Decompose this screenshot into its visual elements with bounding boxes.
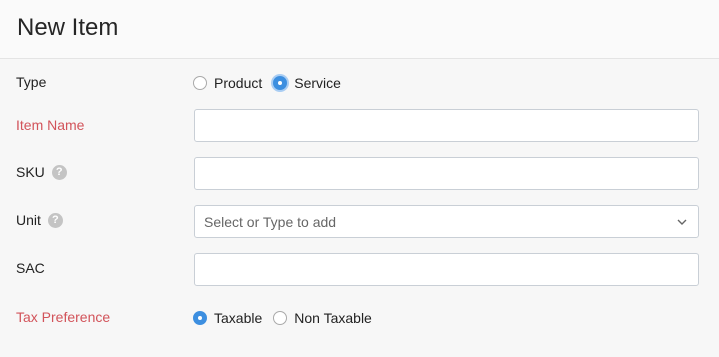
type-option-service-label: Service [294, 75, 341, 91]
sac-label: SAC [16, 260, 45, 276]
item-name-label-text: Item Name [16, 117, 85, 133]
radio-product[interactable] [193, 76, 207, 90]
type-label: Type [16, 74, 46, 90]
radio-service[interactable] [273, 76, 288, 90]
tax-preference-radio-group: Taxable Non Taxable [193, 310, 383, 326]
sku-label-text: SKU [16, 164, 45, 180]
unit-label-text: Unit [16, 212, 41, 228]
item-name-label: Item Name [16, 117, 84, 133]
sac-input[interactable] [194, 253, 699, 286]
radio-taxable[interactable] [193, 311, 207, 325]
tax-option-non-taxable[interactable]: Non Taxable [273, 310, 372, 326]
sku-input[interactable] [194, 157, 699, 190]
chevron-down-icon [677, 219, 687, 225]
tax-preference-label-text: Tax Preference [16, 309, 111, 325]
type-option-product[interactable]: Product [193, 75, 262, 91]
tax-option-non-taxable-label: Non Taxable [294, 310, 372, 326]
type-label-text: Type [16, 74, 47, 90]
type-radio-group: Product Service [193, 75, 352, 91]
radio-non-taxable[interactable] [273, 311, 288, 325]
question-icon[interactable]: ? [47, 212, 63, 228]
type-option-product-label: Product [214, 75, 263, 91]
type-option-service[interactable]: Service [273, 75, 341, 91]
unit-select[interactable]: Select or Type to add [194, 205, 699, 238]
tax-preference-label: Tax Preference [16, 309, 110, 325]
sac-label-text: SAC [16, 260, 45, 276]
sku-label: SKU ? [16, 164, 67, 180]
tax-option-taxable[interactable]: Taxable [193, 310, 262, 326]
page-header: New Item [0, 0, 719, 59]
question-icon[interactable]: ? [51, 164, 67, 180]
unit-select-placeholder: Select or Type to add [204, 213, 337, 230]
page-title: New Item [17, 14, 119, 41]
unit-label: Unit ? [16, 212, 63, 228]
tax-option-taxable-label: Taxable [214, 310, 263, 326]
item-name-input[interactable] [194, 109, 699, 142]
